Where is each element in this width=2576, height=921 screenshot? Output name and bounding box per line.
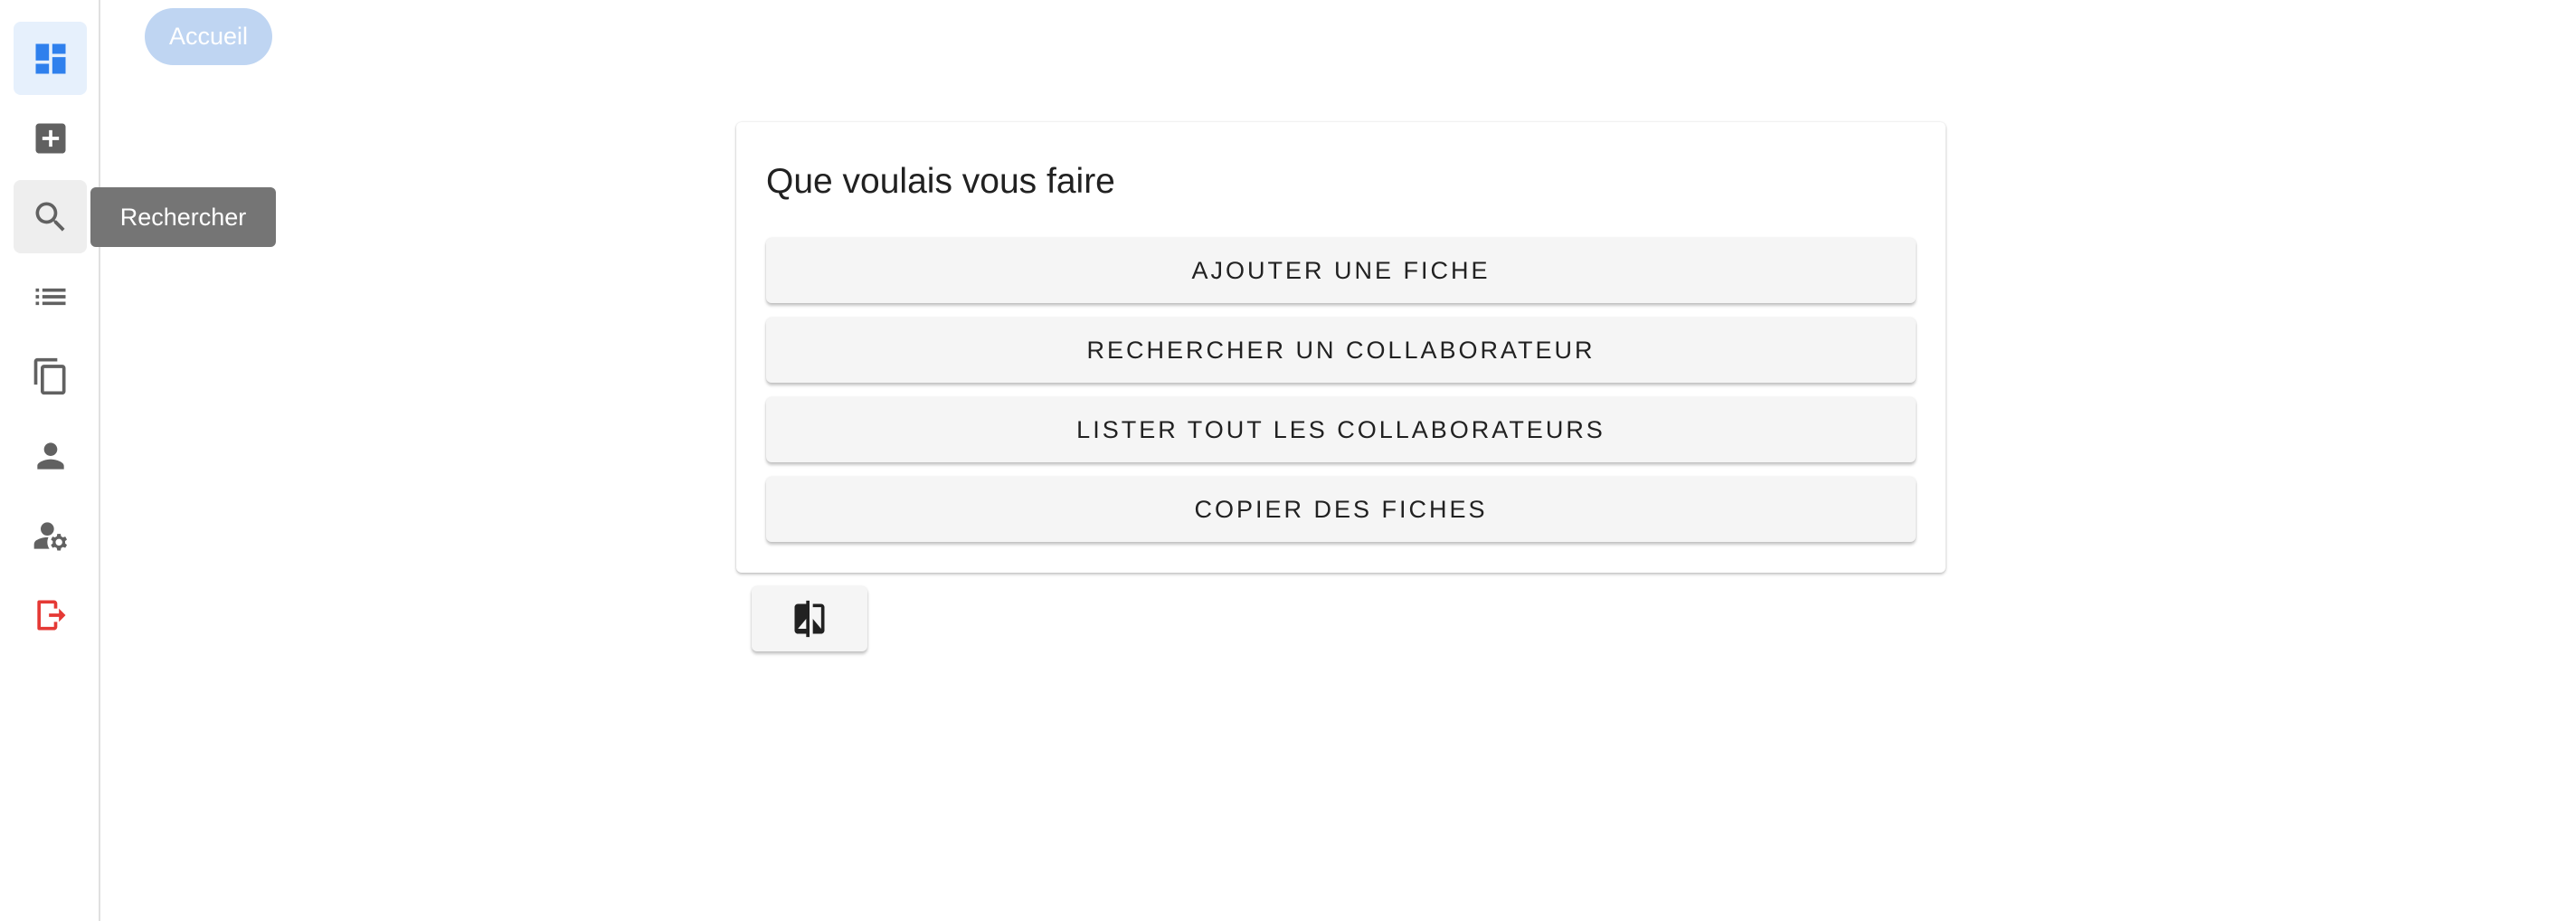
manage-accounts-icon (33, 521, 67, 550)
sidebar-item-search[interactable] (14, 180, 87, 253)
sidebar-item-person[interactable] (14, 419, 87, 492)
sidebar (0, 0, 100, 921)
search-tooltip: Rechercher (90, 187, 276, 247)
copy-sheets-button[interactable]: COPIER DES FICHES (766, 477, 1916, 542)
search-icon (35, 202, 65, 232)
sidebar-item-add[interactable] (14, 101, 87, 175)
sidebar-item-list[interactable] (14, 260, 87, 333)
add-box-icon (35, 123, 65, 153)
action-card: Que voulais vous faire AJOUTER UNE FICHE… (736, 122, 1946, 573)
person-icon (36, 442, 64, 470)
sidebar-item-dashboard[interactable] (14, 22, 87, 95)
app-root: Rechercher Accueil Que voulais vous fair… (0, 0, 2576, 921)
add-sheet-button[interactable]: AJOUTER UNE FICHE (766, 238, 1916, 303)
sidebar-item-manage-accounts[interactable] (14, 498, 87, 572)
compare-icon (794, 600, 825, 638)
list-collaborators-button[interactable]: LISTER TOUT LES COLLABORATEURS (766, 397, 1916, 462)
dashboard-icon (35, 43, 65, 73)
logout-icon (36, 600, 65, 630)
search-collaborator-button[interactable]: RECHERCHER UN COLLABORATEUR (766, 318, 1916, 383)
compare-button[interactable] (752, 586, 867, 651)
copy-icon (33, 357, 65, 394)
sidebar-item-copy[interactable] (14, 339, 87, 413)
list-icon (35, 288, 65, 305)
breadcrumb-home[interactable]: Accueil (145, 8, 272, 65)
sidebar-item-logout[interactable] (14, 578, 87, 651)
card-title: Que voulais vous faire (766, 162, 1115, 201)
